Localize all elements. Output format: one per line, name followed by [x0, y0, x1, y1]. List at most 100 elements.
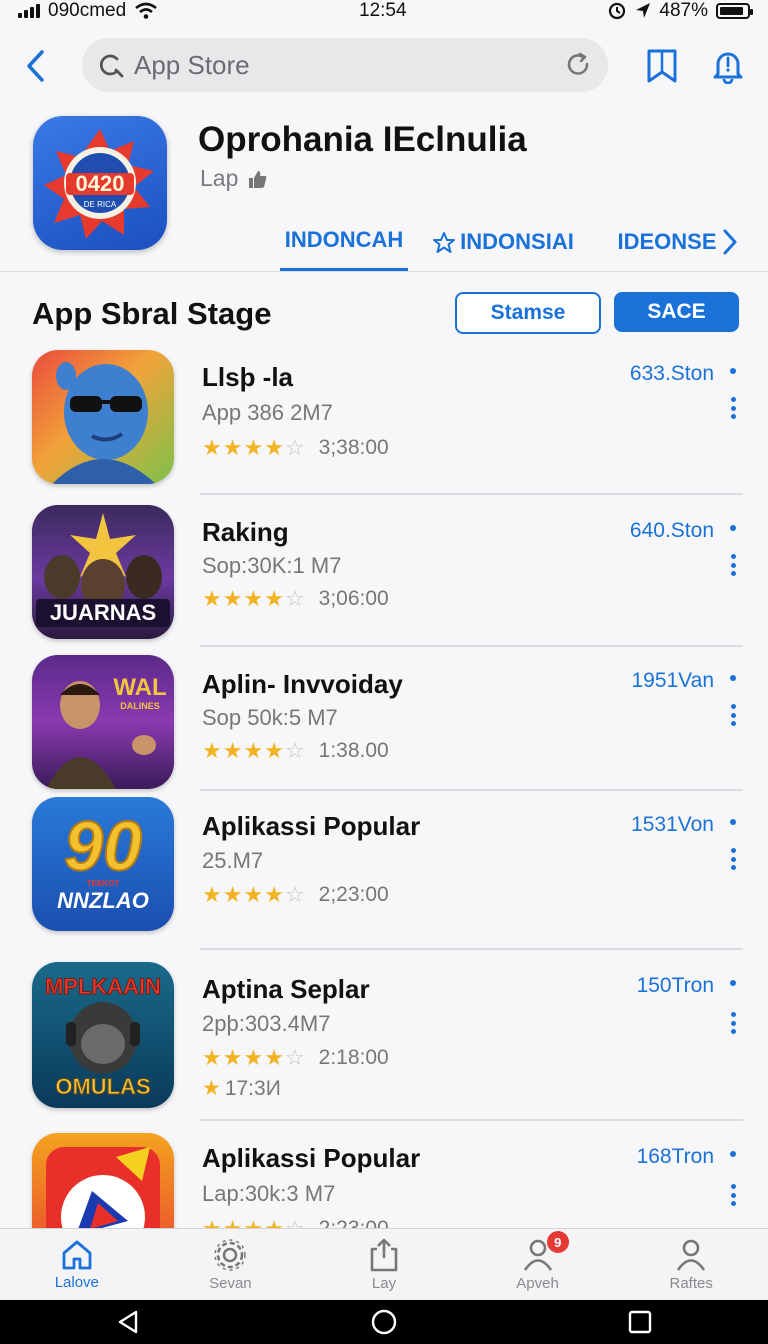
status-dot — [730, 368, 736, 374]
row-divider — [200, 645, 743, 647]
juarnas-game-icon: JUARNAS — [32, 505, 174, 639]
app-meta: 2pþ:303.4M7 — [202, 1011, 331, 1036]
battery-icon — [715, 3, 753, 19]
app-price[interactable]: 633.Ston — [630, 362, 714, 386]
battery-percent: 487% — [659, 0, 708, 21]
search-bar — [82, 38, 608, 92]
bookmark-button[interactable] — [642, 46, 682, 86]
star-rating: ★★★★☆ — [202, 882, 305, 907]
small-star-icon: ★ — [202, 1077, 221, 1100]
search-input[interactable] — [134, 49, 554, 81]
featured-app-icon[interactable]: 0420 DE RICA — [33, 116, 167, 250]
back-button[interactable] — [18, 46, 52, 86]
thumbs-up-icon — [249, 170, 267, 188]
app-extra-info: ★ 17:3И — [202, 1076, 281, 1101]
badge-logo-icon: 0420 DE RICA — [44, 129, 154, 239]
star-rating: ★★★★☆ — [202, 1045, 305, 1070]
featured-icon-text: 0420 — [76, 171, 125, 196]
tab-apveh[interactable]: Apveh 9 — [461, 1229, 615, 1300]
more-options-button[interactable] — [728, 397, 738, 419]
app-price[interactable]: 1951Van — [631, 669, 714, 693]
app-rating: ★ ★ ★ ★ ☆ 2:18:00 — [202, 1046, 389, 1070]
app-price[interactable]: 168Tron — [637, 1145, 714, 1169]
nnzlao-text: NNZLAO — [57, 888, 149, 913]
app-rating: ★★★★☆ 2:23:00 — [202, 1217, 389, 1228]
rating-value: 3;06:00 — [318, 587, 389, 610]
tab-ideonse[interactable]: IDEONSE — [598, 212, 758, 272]
tab-label: Apveh — [516, 1275, 559, 1292]
status-bar: 090cmed 12:54 487% — [0, 0, 768, 22]
tab-lay[interactable]: Lay — [307, 1229, 461, 1300]
app-price[interactable]: 150Tron — [637, 974, 714, 998]
person-icon — [677, 1239, 706, 1271]
tab-label: Sevan — [209, 1275, 252, 1292]
status-dot — [730, 980, 736, 986]
row-divider — [200, 1119, 743, 1121]
red-arrow-app-icon — [32, 1133, 174, 1228]
wal-art: WAL DALINES — [46, 674, 167, 789]
sace-button[interactable]: SACE — [614, 292, 739, 332]
app-meta: Sop:30K:1 M7 — [202, 553, 342, 578]
app-name: Llsþ -la — [202, 362, 294, 392]
square-recents-icon — [628, 1310, 652, 1334]
bell-icon — [713, 52, 743, 84]
app-price[interactable]: 640.Ston — [630, 519, 714, 543]
carrier-name: 090cmed — [48, 0, 127, 21]
category-tabs: INDONCAH INDONSIAI IDEONSE — [280, 212, 768, 272]
rating-value: 1:38.00 — [318, 739, 389, 762]
more-options-button[interactable] — [728, 1184, 738, 1206]
rating-value: 2:23:00 — [319, 1217, 389, 1228]
red-arrow-art — [46, 1147, 160, 1228]
circle-home-icon — [371, 1309, 397, 1335]
wal-game-icon: WAL DALINES — [32, 655, 174, 789]
tab-label: Lalove — [54, 1274, 99, 1291]
juarnas-art: JUARNAS — [36, 513, 170, 627]
extra-info-text: 17:3И — [224, 1076, 281, 1100]
app-price[interactable]: 1531Von — [631, 813, 714, 837]
chevron-left-icon — [27, 50, 44, 82]
status-dot — [730, 675, 736, 681]
app-rating: ★ ★ ★ ★ ☆ 3;38:00 — [202, 436, 389, 460]
more-options-button[interactable] — [728, 554, 738, 576]
app-meta: App 386 2M7 — [202, 400, 333, 425]
system-home-button[interactable] — [364, 1302, 404, 1342]
triangle-back-icon — [118, 1310, 138, 1334]
share-icon — [370, 1238, 398, 1272]
omulas-text: OMULAS — [55, 1074, 150, 1099]
location-icon — [636, 3, 651, 18]
tab-lalove[interactable]: Lalove — [0, 1229, 154, 1300]
tab-raftes[interactable]: Raftes — [614, 1229, 768, 1300]
header-divider — [0, 271, 768, 272]
tab-sevan[interactable]: Sevan — [154, 1229, 308, 1300]
app-rating: ★ ★ ★ ★ ☆ 1:38.00 — [202, 739, 389, 763]
bottom-tab-bar: Lalove Sevan Lay Apveh 9 Raftes — [0, 1228, 768, 1300]
signal-icon — [18, 4, 40, 18]
tab-indoncah[interactable]: INDONCAH — [280, 212, 408, 272]
rating-value: 3;38:00 — [318, 436, 389, 459]
tab-label: INDONCAH — [284, 227, 404, 252]
notification-badge: 9 — [546, 1231, 569, 1253]
tab-indonsiai[interactable]: INDONSIAI — [408, 212, 598, 272]
system-recents-button[interactable] — [620, 1302, 660, 1342]
ninety-art: 90 TEEKOT NNZLAO — [57, 806, 149, 913]
notifications-button[interactable] — [708, 46, 748, 86]
more-options-button[interactable] — [728, 1012, 738, 1034]
rating-value: 2:18:00 — [318, 1046, 389, 1069]
ninety-text: 90 — [64, 807, 142, 885]
status-dot — [730, 525, 736, 531]
star-rating: ★★★★☆ — [202, 1218, 305, 1229]
refresh-icon[interactable] — [564, 51, 592, 79]
app-meta: 25.M7 — [202, 848, 264, 873]
omulas-game-icon: MPLKAAIN OMULAS — [32, 962, 174, 1108]
juarnas-text: JUARNAS — [50, 600, 156, 625]
app-meta: Lap:30k:3 M7 — [202, 1181, 336, 1206]
star-rating: ★★★★☆ — [202, 586, 305, 611]
more-options-button[interactable] — [728, 848, 738, 870]
chevron-right-icon — [723, 229, 737, 255]
stamse-button[interactable]: Stamse — [455, 292, 601, 334]
wifi-icon — [135, 2, 157, 19]
row-divider — [200, 493, 743, 495]
system-back-button[interactable] — [108, 1302, 148, 1342]
system-nav-bar — [0, 1300, 768, 1344]
more-options-button[interactable] — [728, 704, 738, 726]
